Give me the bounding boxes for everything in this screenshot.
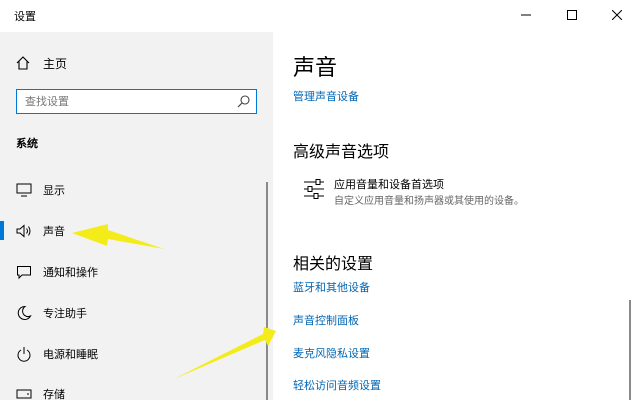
search-icon[interactable] — [237, 95, 250, 108]
speaker-icon — [16, 224, 31, 238]
home-icon — [16, 56, 30, 70]
storage-icon — [16, 389, 32, 399]
sidebar-item-label: 通知和操作 — [43, 266, 98, 279]
microphone-privacy-link[interactable]: 麦克风隐私设置 — [293, 345, 370, 361]
moon-icon — [17, 305, 32, 320]
sidebar: 主页 系统 显示 声音 — [0, 32, 273, 400]
bluetooth-devices-link[interactable]: 蓝牙和其他设备 — [293, 279, 370, 295]
sidebar-item-label: 专注助手 — [43, 307, 87, 320]
sidebar-item-display[interactable]: 显示 — [0, 171, 262, 209]
selected-indicator — [0, 221, 4, 240]
search-input[interactable] — [25, 93, 225, 110]
related-settings-heading: 相关的设置 — [293, 254, 374, 273]
sidebar-item-label: 存储 — [43, 388, 65, 400]
home-label: 主页 — [43, 57, 68, 71]
sliders-icon[interactable] — [303, 178, 325, 200]
sidebar-item-storage[interactable]: 存储 — [0, 375, 262, 400]
sidebar-item-sound[interactable]: 声音 — [0, 212, 262, 250]
title-bar: 设置 — [0, 0, 640, 32]
minimize-icon — [521, 14, 531, 16]
app-volume-option-title[interactable]: 应用音量和设备首选项 — [334, 176, 444, 192]
main-content: 声音 管理声音设备 高级声音选项 应用音量和设备首选项 自定义应用音量和扬声器或… — [273, 32, 640, 400]
sidebar-item-focus-assist[interactable]: 专注助手 — [0, 294, 262, 332]
page-title: 声音 — [293, 56, 338, 81]
maximize-button[interactable] — [549, 0, 595, 30]
ease-of-access-audio-link[interactable]: 轻松访问音频设置 — [293, 377, 381, 393]
maximize-icon — [567, 10, 577, 20]
sidebar-item-label: 显示 — [43, 184, 65, 197]
monitor-icon — [16, 183, 32, 197]
window-title: 设置 — [14, 10, 36, 23]
section-title-system: 系统 — [16, 137, 38, 150]
sidebar-item-notifications[interactable]: 通知和操作 — [0, 253, 262, 291]
app-volume-option-description: 自定义应用音量和扬声器或其使用的设备。 — [334, 196, 524, 207]
manage-sound-devices-link[interactable]: 管理声音设备 — [293, 88, 359, 104]
sidebar-item-label: 电源和睡眠 — [43, 348, 98, 361]
sound-control-panel-link[interactable]: 声音控制面板 — [293, 312, 359, 328]
advanced-sound-options-heading: 高级声音选项 — [293, 142, 390, 161]
notification-icon — [17, 266, 31, 280]
power-icon — [17, 347, 31, 362]
content-scrollbar[interactable] — [629, 300, 631, 400]
sidebar-item-label: 声音 — [43, 225, 65, 238]
minimize-button[interactable] — [503, 0, 549, 30]
sidebar-scrollbar[interactable] — [266, 182, 268, 400]
close-icon — [612, 10, 622, 20]
close-button[interactable] — [594, 0, 640, 30]
settings-window: 设置 主页 系统 — [0, 0, 640, 400]
search-box[interactable] — [16, 89, 257, 114]
sidebar-item-power-sleep[interactable]: 电源和睡眠 — [0, 335, 262, 373]
